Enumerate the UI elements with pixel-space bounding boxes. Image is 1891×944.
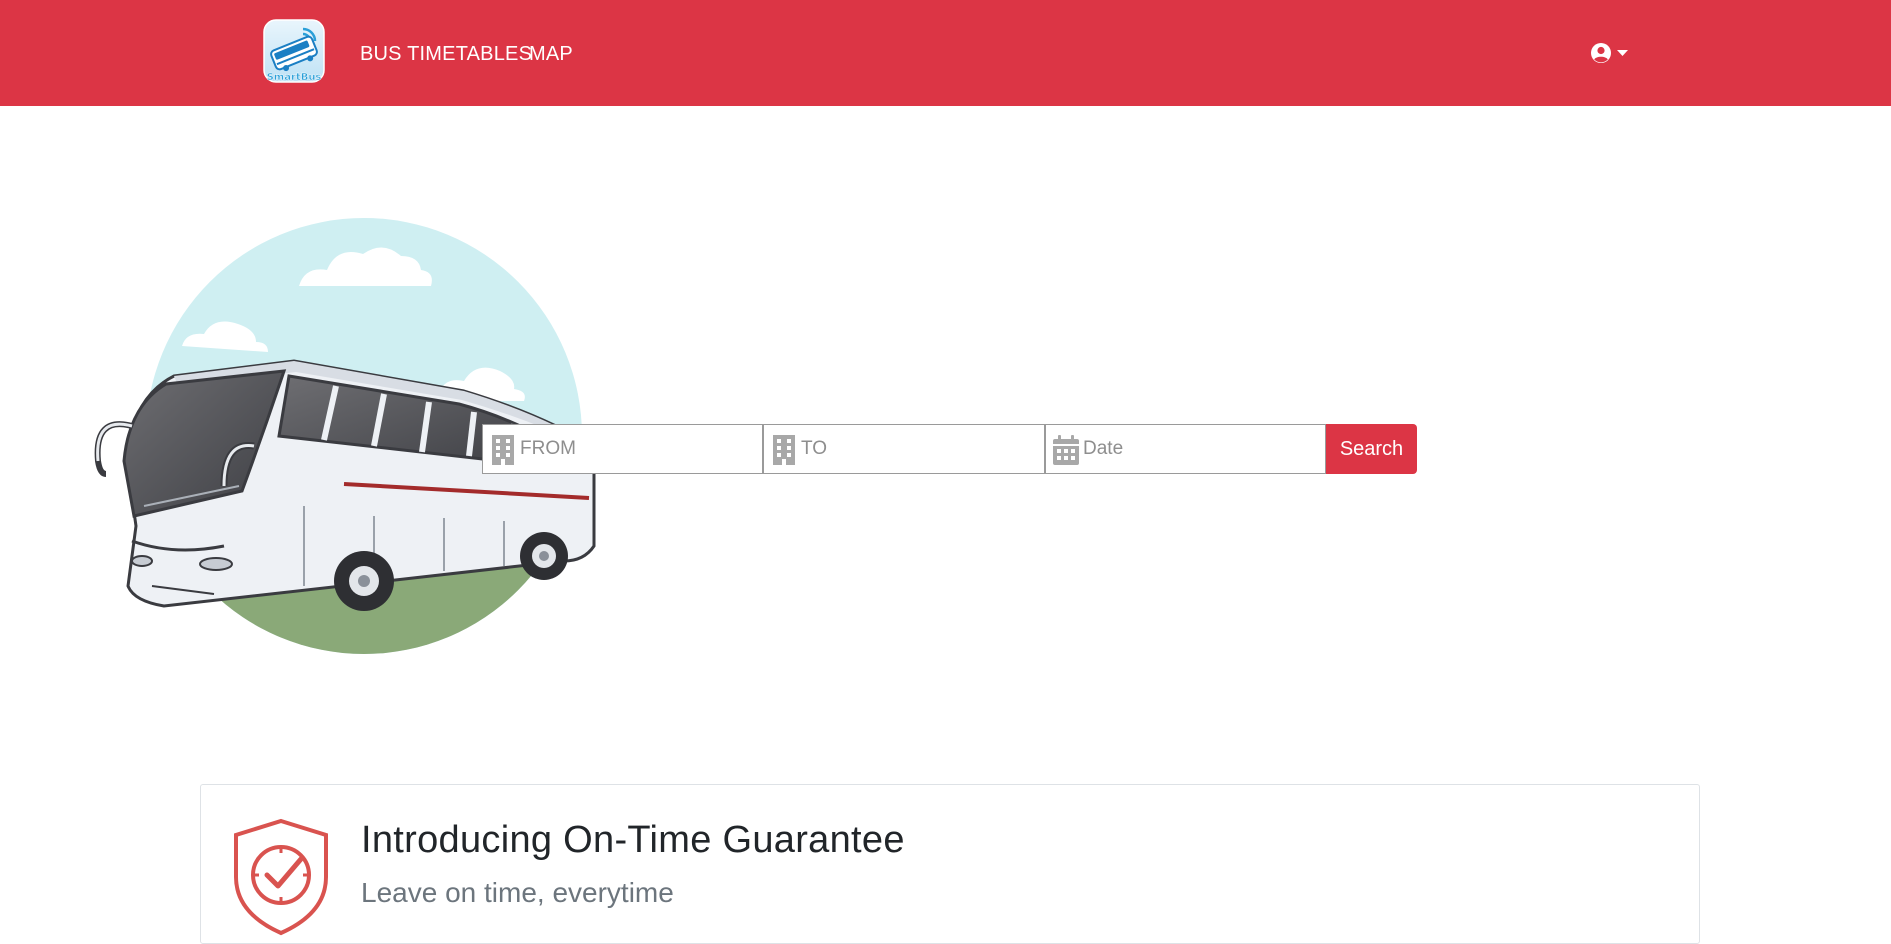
to-input[interactable]	[801, 427, 1037, 471]
nav-bus-timetables[interactable]: BUS TIMETABLES	[360, 43, 532, 66]
caret-down-icon	[1617, 50, 1628, 56]
shield-clock-check-icon	[234, 818, 328, 936]
top-navbar: SmartBus BUS TIMETABLES MAP	[0, 0, 1891, 106]
date-field	[1045, 424, 1326, 474]
nav-map[interactable]: MAP	[529, 43, 573, 66]
on-time-guarantee-card: Introducing On-Time Guarantee Leave on t…	[200, 784, 1700, 944]
search-button[interactable]: Search	[1326, 424, 1417, 474]
building-icon	[773, 435, 795, 465]
calendar-icon	[1053, 435, 1079, 465]
card-title: Introducing On-Time Guarantee	[361, 819, 905, 861]
date-input[interactable]	[1083, 427, 1319, 471]
user-circle-icon	[1591, 43, 1611, 63]
user-menu-toggle[interactable]	[1589, 43, 1637, 67]
smartbus-logo-icon: SmartBus	[263, 19, 325, 83]
from-field	[482, 424, 763, 474]
building-icon	[492, 435, 514, 465]
from-input[interactable]	[520, 427, 756, 471]
brand-logo[interactable]: SmartBus	[263, 19, 325, 85]
card-subtitle: Leave on time, everytime	[361, 877, 674, 908]
logo-wordmark: SmartBus	[267, 72, 322, 83]
to-field	[763, 424, 1045, 474]
